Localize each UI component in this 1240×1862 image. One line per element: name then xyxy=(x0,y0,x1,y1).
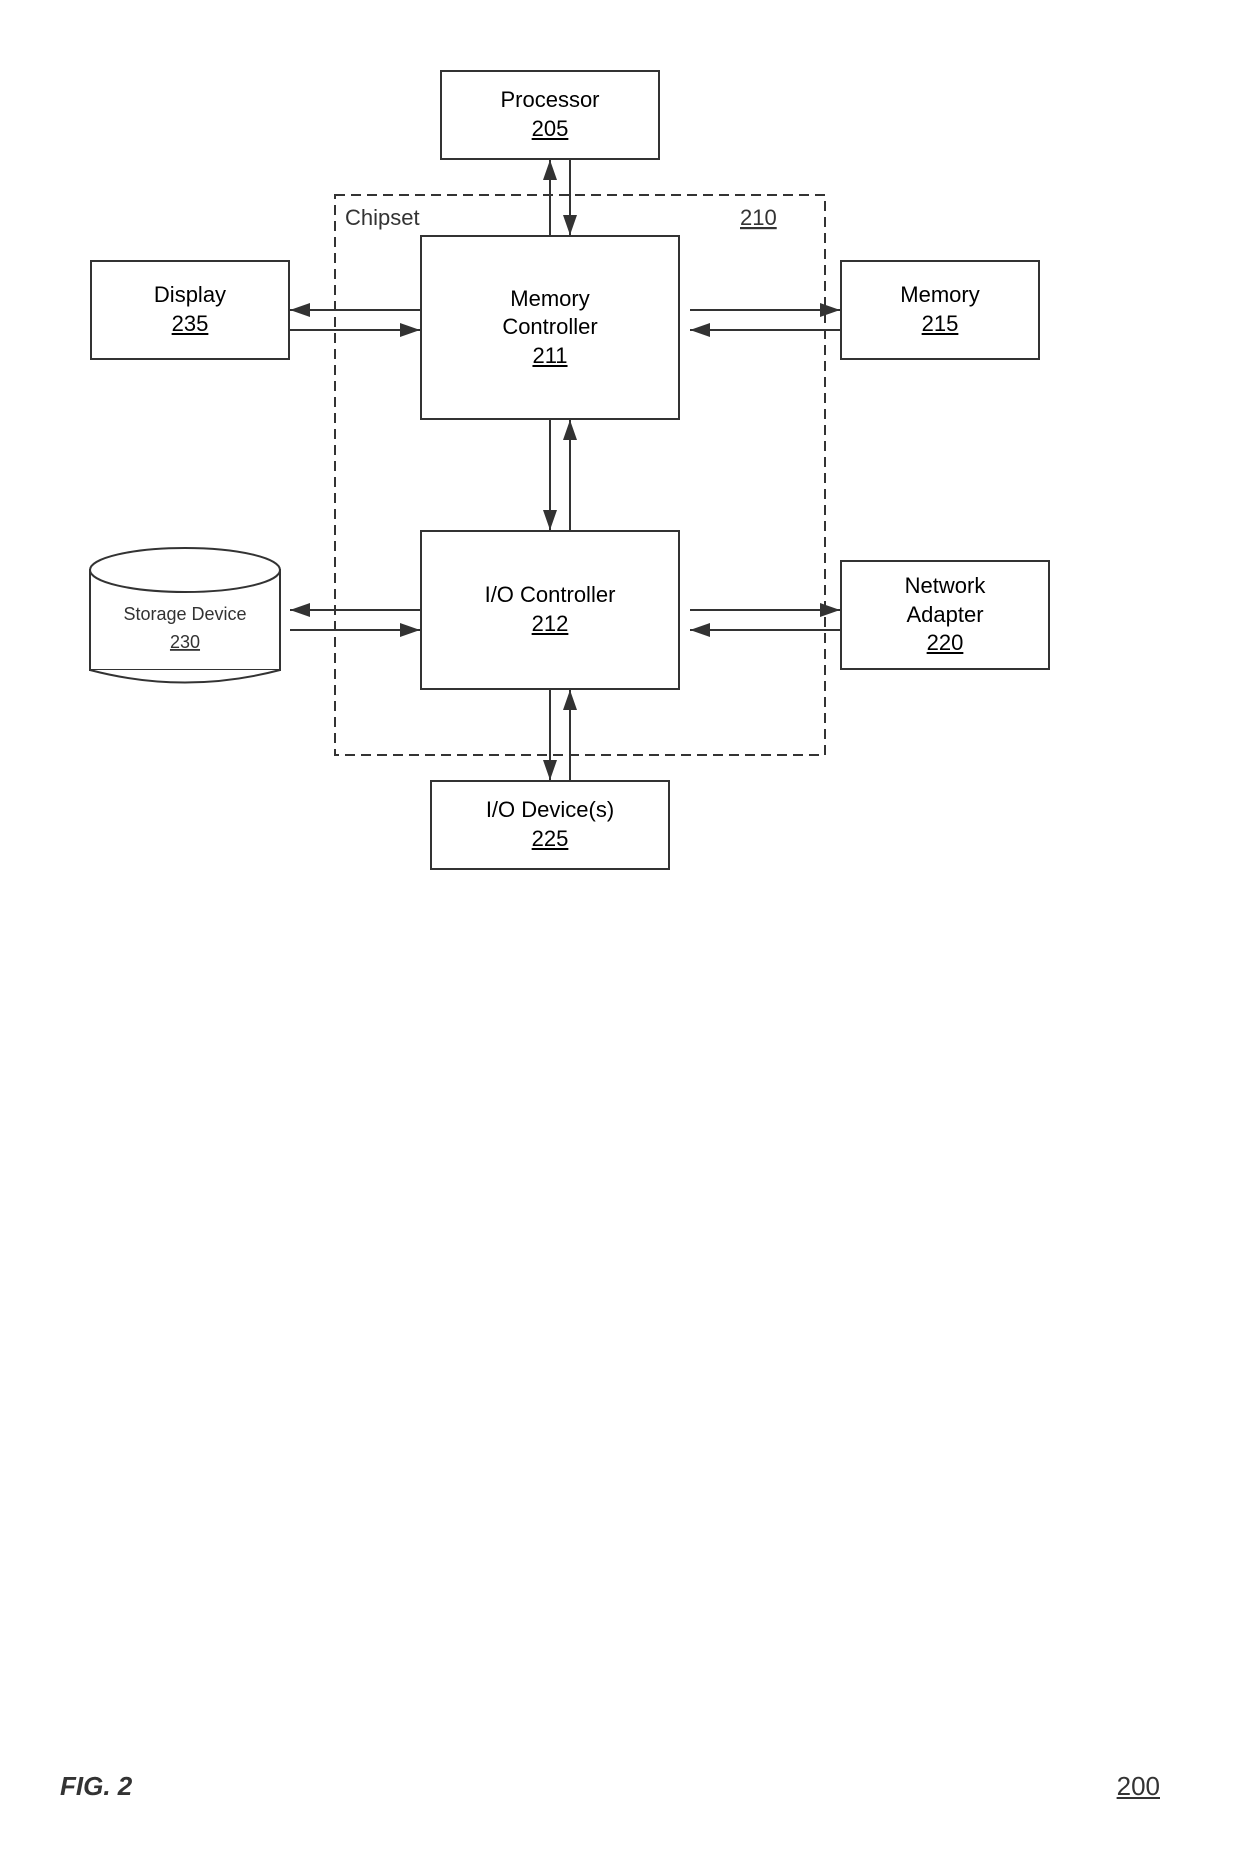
io-devices-label: I/O Device(s) xyxy=(486,796,614,825)
memory-box: Memory 215 xyxy=(840,260,1040,360)
figure-label: FIG. 2 xyxy=(60,1771,132,1802)
diagram: Chipset 210 Processor 205 MemoryControll… xyxy=(60,40,1180,1690)
display-label: Display xyxy=(154,281,226,310)
memory-controller-box: MemoryController 211 xyxy=(420,235,680,420)
network-adapter-box: NetworkAdapter 220 xyxy=(840,560,1050,670)
svg-text:230: 230 xyxy=(170,632,200,652)
io-devices-ref: 225 xyxy=(532,825,569,854)
memory-label: Memory xyxy=(900,281,979,310)
display-box: Display 235 xyxy=(90,260,290,360)
io-controller-box: I/O Controller 212 xyxy=(420,530,680,690)
display-ref: 235 xyxy=(172,310,209,339)
svg-text:Chipset: Chipset xyxy=(345,205,420,230)
processor-label: Processor xyxy=(500,86,599,115)
figure-ref: 200 xyxy=(1117,1771,1160,1802)
processor-box: Processor 205 xyxy=(440,70,660,160)
io-controller-ref: 212 xyxy=(532,610,569,639)
io-devices-box: I/O Device(s) 225 xyxy=(430,780,670,870)
storage-device-box: Storage Device 230 xyxy=(80,540,290,700)
io-controller-label: I/O Controller xyxy=(485,581,616,610)
svg-text:210: 210 xyxy=(740,205,777,230)
network-adapter-label: NetworkAdapter xyxy=(905,572,986,629)
svg-text:Storage Device: Storage Device xyxy=(123,604,246,624)
memory-controller-label: MemoryController xyxy=(502,285,597,342)
memory-ref: 215 xyxy=(922,310,959,339)
network-adapter-ref: 220 xyxy=(927,629,964,658)
processor-ref: 205 xyxy=(532,115,569,144)
memory-controller-ref: 211 xyxy=(532,342,567,371)
